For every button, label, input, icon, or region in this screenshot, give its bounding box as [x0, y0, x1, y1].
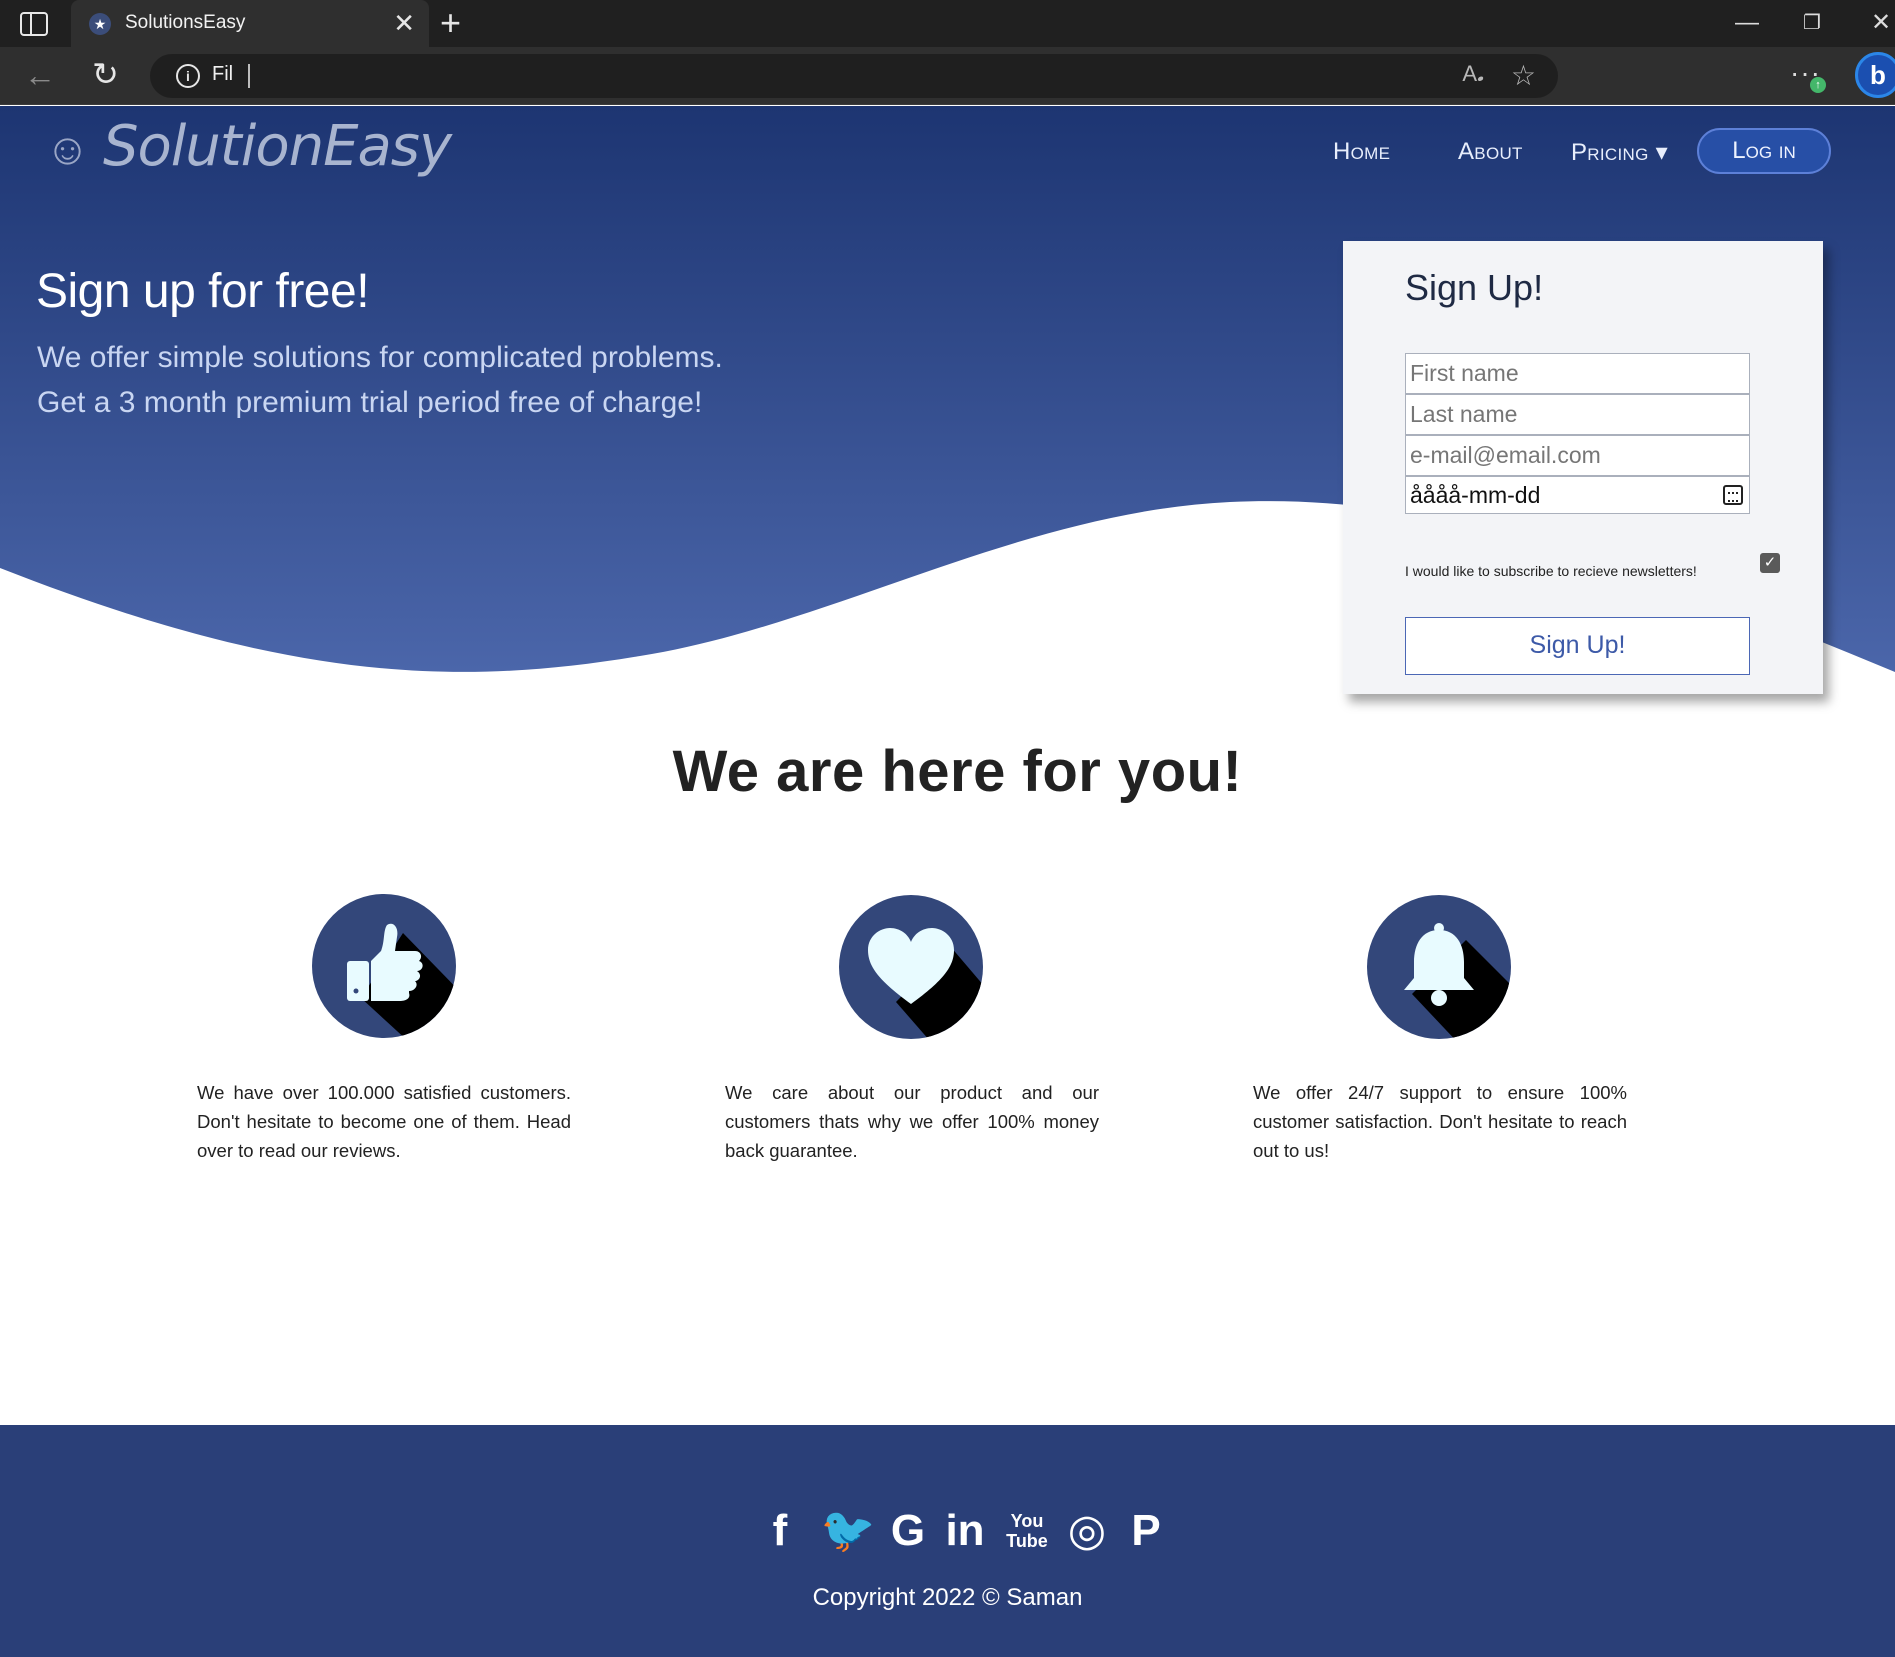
- first-name-field[interactable]: First name: [1405, 353, 1750, 394]
- feature-text: We care about our product and our custom…: [725, 1082, 1099, 1161]
- instagram-icon[interactable]: ◎: [1060, 1506, 1114, 1556]
- address-bar[interactable]: i Fil A𝅘 ☆: [150, 54, 1558, 98]
- site-logo[interactable]: ☺ SolutionEasy: [45, 114, 452, 179]
- calendar-icon[interactable]: [1723, 485, 1743, 505]
- thumbs-up-icon: [312, 894, 456, 1038]
- features-title: We are here for you!: [672, 739, 1243, 804]
- minimize-icon[interactable]: —: [1735, 6, 1759, 40]
- twitter-icon[interactable]: 🐦: [818, 1506, 878, 1556]
- browser-tab-bar: ★ SolutionsEasy ✕ + — ❐ ✕: [0, 0, 1895, 47]
- hero-subtitle-line1: We offer simple solutions for complicate…: [37, 341, 723, 374]
- login-button[interactable]: Log in: [1697, 128, 1831, 174]
- browser-toolbar: ← ↻ i Fil A𝅘 ☆ ··· ↑ b: [0, 47, 1895, 105]
- hero-title: Sign up for free!: [36, 265, 370, 318]
- back-icon[interactable]: ←: [24, 57, 56, 93]
- logo-text: SolutionEasy: [102, 114, 452, 179]
- copyright-text: Copyright 2022 © Saman: [812, 1584, 1083, 1611]
- smiley-logo-icon: ☺: [45, 124, 90, 176]
- reload-icon[interactable]: ↻: [92, 55, 119, 93]
- restore-icon[interactable]: ❐: [1803, 6, 1821, 40]
- feature-text: We offer 24/7 support to ensure 100% cus…: [1253, 1082, 1627, 1161]
- site-info-icon[interactable]: i: [176, 64, 200, 88]
- nav-home[interactable]: Home: [1333, 138, 1390, 166]
- favicon-icon: ★: [89, 13, 111, 35]
- date-value: åååå-mm-dd: [1410, 482, 1541, 508]
- add-favorite-icon[interactable]: ☆: [1511, 59, 1536, 92]
- bell-icon: [1367, 895, 1511, 1039]
- new-tab-icon[interactable]: +: [440, 4, 461, 42]
- url-input[interactable]: Fil: [212, 63, 233, 86]
- tab-actions-icon[interactable]: [20, 12, 48, 36]
- email-field[interactable]: e-mail@email.com: [1405, 435, 1750, 476]
- signup-title: Sign Up!: [1405, 267, 1544, 308]
- youtube-icon[interactable]: You Tube: [1002, 1511, 1052, 1551]
- feature-text: We have over 100.000 satisfied customers…: [197, 1082, 571, 1161]
- last-name-field[interactable]: Last name: [1405, 394, 1750, 435]
- signup-card: Sign Up! First name Last name e-mail@ema…: [1343, 241, 1823, 694]
- newsletter-checkbox[interactable]: ✓: [1760, 553, 1780, 573]
- bing-copilot-icon[interactable]: b: [1855, 52, 1895, 98]
- heart-icon: [839, 895, 983, 1039]
- signup-button[interactable]: Sign Up!: [1405, 617, 1750, 675]
- google-icon[interactable]: G: [878, 1506, 938, 1556]
- hero-section: ☺ SolutionEasy Home About Pricing ▾ Log i…: [0, 106, 1895, 796]
- text-caret: [248, 64, 250, 88]
- page-viewport: ☺ SolutionEasy Home About Pricing ▾ Log i…: [0, 106, 1895, 1657]
- tab-close-icon[interactable]: ✕: [393, 8, 415, 38]
- tab-title: SolutionsEasy: [125, 12, 246, 33]
- birthdate-field[interactable]: åååå-mm-dd: [1405, 476, 1750, 514]
- nav-about[interactable]: About: [1458, 138, 1523, 166]
- linkedin-icon[interactable]: in: [936, 1506, 994, 1556]
- pinterest-icon[interactable]: P: [1118, 1506, 1174, 1556]
- newsletter-label: I would like to subscribe to recieve new…: [1405, 563, 1697, 579]
- facebook-icon[interactable]: f: [755, 1506, 805, 1556]
- update-available-icon: ↑: [1810, 77, 1826, 93]
- read-aloud-icon[interactable]: A𝅘: [1462, 61, 1484, 87]
- close-window-icon[interactable]: ✕: [1871, 6, 1891, 40]
- hero-subtitle-line2: Get a 3 month premium trial period free …: [37, 386, 703, 419]
- browser-tab[interactable]: ★ SolutionsEasy ✕: [71, 0, 429, 47]
- nav-pricing-dropdown[interactable]: Pricing ▾: [1571, 138, 1668, 167]
